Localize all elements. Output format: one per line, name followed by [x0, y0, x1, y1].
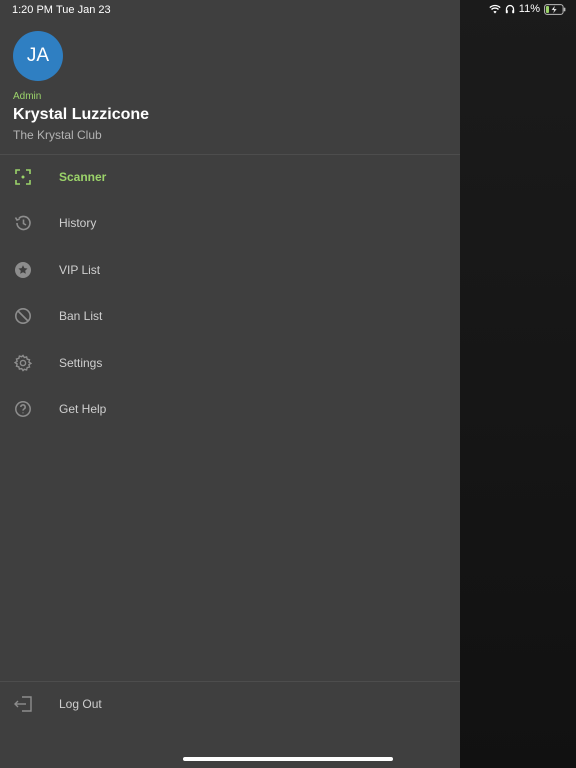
wifi-icon	[489, 4, 501, 14]
menu-label-scanner: Scanner	[59, 170, 107, 184]
home-indicator[interactable]	[183, 757, 393, 761]
status-time: 1:20 PM	[12, 4, 53, 16]
menu-item-history[interactable]: History	[0, 203, 460, 243]
help-icon	[14, 400, 32, 418]
scanner-icon	[14, 168, 32, 186]
status-indicators: 11%	[489, 3, 566, 15]
navigation-drawer: 1:20 PM Tue Jan 23 JA Admin Krystal Luzz…	[0, 0, 460, 768]
menu-item-get-help[interactable]: Get Help	[0, 389, 460, 429]
menu-item-scanner[interactable]: Scanner	[0, 157, 460, 197]
logout-label: Log Out	[59, 697, 102, 711]
menu-item-settings[interactable]: Settings	[0, 343, 460, 383]
menu-label-history: History	[59, 216, 97, 230]
star-icon	[14, 261, 32, 279]
menu-label-ban-list: Ban List	[59, 309, 103, 323]
gear-icon	[14, 354, 32, 372]
menu-item-vip-list[interactable]: VIP List	[0, 250, 460, 290]
menu-label-vip-list: VIP List	[59, 263, 101, 277]
logout-icon	[14, 695, 32, 713]
drawer-backdrop[interactable]	[460, 0, 576, 768]
battery-charging-icon	[544, 3, 566, 15]
avatar-initials: JA	[26, 45, 50, 66]
history-icon	[14, 214, 32, 232]
user-name: Krystal Luzzicone	[13, 106, 150, 123]
user-role: Admin	[13, 91, 42, 102]
header-divider	[0, 154, 460, 155]
club-name: The Krystal Club	[13, 128, 102, 142]
logout-button[interactable]: Log Out	[0, 684, 460, 724]
menu-item-ban-list[interactable]: Ban List	[0, 296, 460, 336]
menu-label-settings: Settings	[59, 356, 103, 370]
ban-icon	[14, 307, 32, 325]
headphones-icon	[505, 4, 515, 14]
status-date: Tue Jan 23	[56, 4, 111, 16]
avatar: JA	[13, 31, 63, 81]
menu-label-get-help: Get Help	[59, 402, 107, 416]
footer-divider	[0, 681, 460, 682]
battery-percent: 11%	[518, 3, 540, 15]
